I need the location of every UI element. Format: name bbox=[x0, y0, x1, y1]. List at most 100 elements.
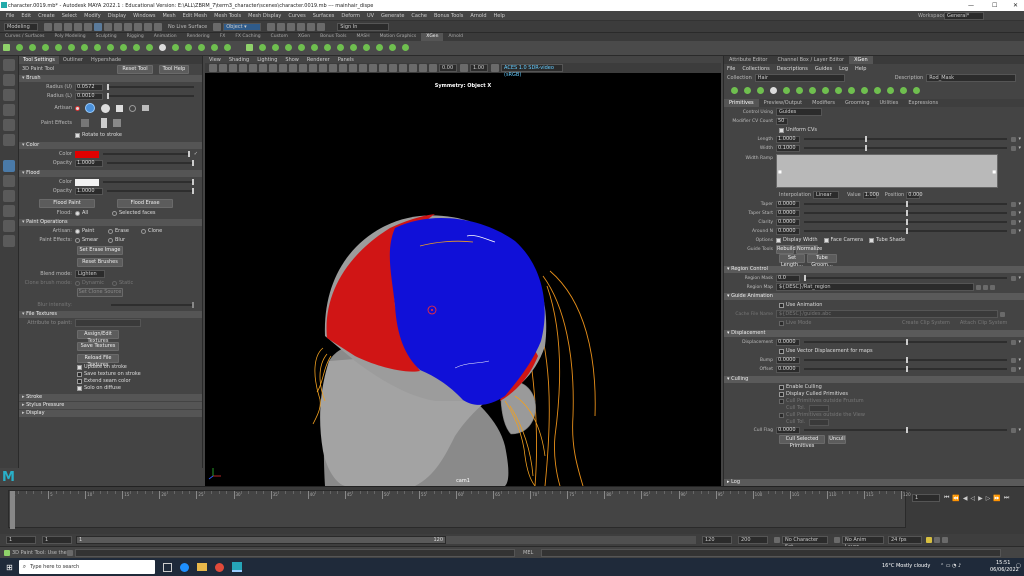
cache-file-input[interactable]: ${DESC}/guides.abc bbox=[776, 310, 998, 318]
playback-end-input[interactable]: 120 bbox=[702, 536, 732, 544]
display-culled-checkbox[interactable] bbox=[779, 391, 784, 397]
step-back-frame-icon[interactable]: ◀ bbox=[963, 495, 968, 502]
uniform-cvs-checkbox[interactable] bbox=[779, 127, 784, 133]
xgen-brush-7-icon[interactable] bbox=[335, 43, 346, 54]
step-forward-key-icon[interactable]: ⏩ bbox=[993, 495, 1000, 502]
paint-select-icon[interactable] bbox=[3, 89, 15, 101]
paint-effects-brush-icon[interactable] bbox=[81, 119, 89, 127]
xgen-select-guide-icon[interactable] bbox=[53, 43, 64, 54]
shelf-tab-bonus-tools[interactable]: Bonus Tools bbox=[315, 33, 351, 41]
xgen-convert-icon[interactable] bbox=[105, 43, 116, 54]
reset-brushes-button[interactable]: Reset Brushes bbox=[77, 258, 123, 267]
range-bar[interactable]: 1 120 bbox=[76, 536, 446, 544]
tab-attribute-editor[interactable]: Attribute Editor bbox=[724, 56, 772, 64]
menu-select[interactable]: Select bbox=[62, 13, 77, 19]
xgen-brush-5-icon[interactable] bbox=[309, 43, 320, 54]
rebuild-button[interactable]: Rebuild... bbox=[776, 244, 800, 254]
script-editor-icon[interactable] bbox=[67, 549, 73, 556]
length-map-icon[interactable] bbox=[1011, 136, 1017, 142]
interp-select[interactable]: Linear bbox=[813, 191, 839, 199]
vector-disp-checkbox[interactable] bbox=[779, 348, 784, 354]
xgen-add-guide-icon[interactable] bbox=[40, 43, 51, 54]
region-map-input[interactable]: ${DESC}/Rat_region bbox=[776, 283, 974, 291]
taper-slider[interactable] bbox=[804, 201, 1008, 207]
system-tray-icons[interactable]: ⌃ ▭ ◔ ♪ bbox=[940, 563, 961, 569]
rotate-tool-icon[interactable] bbox=[3, 119, 15, 131]
offset-slider[interactable] bbox=[804, 366, 1008, 372]
workspace-select[interactable]: General* bbox=[944, 12, 984, 20]
brush-section-header[interactable]: Brush bbox=[19, 75, 202, 82]
xgen-normalize-icon[interactable] bbox=[92, 43, 103, 54]
render-icon[interactable] bbox=[277, 22, 286, 31]
xgen-menu-guides[interactable]: Guides bbox=[815, 66, 832, 72]
xgen-guide-rebuild-icon[interactable] bbox=[807, 86, 818, 97]
subtab-utilities[interactable]: Utilities bbox=[875, 99, 904, 107]
rotate-to-stroke-checkbox[interactable] bbox=[75, 132, 80, 138]
brush-profile-radio[interactable] bbox=[75, 105, 80, 111]
save-on-stroke-checkbox[interactable] bbox=[77, 371, 82, 377]
step-forward-frame-icon[interactable]: ▷ bbox=[986, 495, 991, 502]
symmetry-icon[interactable] bbox=[213, 22, 222, 31]
ramp-position-input[interactable]: 0.000 bbox=[906, 191, 923, 199]
get-brush-icon[interactable] bbox=[101, 118, 107, 128]
play-forward-icon[interactable]: ▶ bbox=[978, 495, 983, 502]
shelf-tab-mash[interactable]: MASH bbox=[351, 33, 374, 41]
tab-hypershade[interactable]: Hypershade bbox=[87, 56, 125, 64]
live-mode-checkbox[interactable] bbox=[779, 320, 784, 326]
xgen-guide-bend-icon[interactable] bbox=[833, 86, 844, 97]
menu-arnold[interactable]: Arnold bbox=[470, 13, 486, 19]
arnold-render-icon[interactable] bbox=[317, 22, 326, 31]
erase-radio[interactable] bbox=[108, 228, 113, 234]
bump-map-icon[interactable] bbox=[1011, 357, 1017, 363]
xgen-brush-2-icon[interactable] bbox=[270, 43, 281, 54]
go-to-start-icon[interactable]: ⏮ bbox=[944, 494, 949, 502]
xgen-guide-comb-icon[interactable] bbox=[885, 86, 896, 97]
xgen-sculpt-guide-icon[interactable] bbox=[66, 43, 77, 54]
mel-label[interactable]: MEL bbox=[523, 550, 533, 556]
flood-section-header[interactable]: Flood bbox=[19, 170, 202, 177]
cull-frustum-checkbox[interactable] bbox=[779, 398, 784, 404]
flood-paint-button[interactable]: Flood Paint bbox=[39, 199, 95, 208]
guide-animation-header[interactable]: Guide Animation bbox=[724, 293, 1024, 300]
maximize-button[interactable]: ☐ bbox=[992, 2, 997, 9]
menu-file[interactable]: File bbox=[6, 13, 14, 19]
close-button[interactable]: ✕ bbox=[1013, 2, 1018, 9]
move-tool-icon[interactable] bbox=[3, 104, 15, 116]
width-slider[interactable] bbox=[804, 145, 1008, 151]
display-width-checkbox[interactable] bbox=[776, 237, 781, 243]
xgen-region-icon[interactable] bbox=[222, 43, 233, 54]
paint-tool-icon[interactable] bbox=[3, 160, 15, 172]
reload-textures-button[interactable]: Reload File Textures bbox=[77, 354, 119, 368]
menu-edit-mesh[interactable]: Edit Mesh bbox=[183, 13, 207, 19]
region-control-header[interactable]: Region Control bbox=[724, 266, 1024, 273]
edge-browser-icon[interactable] bbox=[179, 562, 189, 572]
xgen-add-guides-icon[interactable] bbox=[755, 86, 766, 97]
taskbar-search-box[interactable]: ⌕ Type here to search bbox=[18, 560, 155, 574]
reset-tool-button[interactable]: Reset Tool bbox=[117, 64, 153, 74]
bump-slider[interactable] bbox=[804, 357, 1008, 363]
viewport-panel[interactable]: View Shading Lighting Show Renderer Pane… bbox=[205, 56, 721, 486]
set-clone-source-button[interactable]: Set Clone Source bbox=[77, 288, 123, 297]
radius-l-input[interactable]: 0.0010 bbox=[75, 92, 103, 100]
uncull-button[interactable]: Uncull bbox=[828, 434, 846, 444]
xgen-brush-9-icon[interactable] bbox=[361, 43, 372, 54]
culling-header[interactable]: Culling bbox=[724, 376, 1024, 383]
width-input[interactable]: 0.1000 bbox=[776, 144, 800, 152]
file-explorer-icon[interactable] bbox=[196, 563, 207, 571]
xgen-rebuild-icon[interactable] bbox=[79, 43, 90, 54]
character-set-select[interactable]: No Character Set bbox=[782, 536, 828, 550]
command-line-input[interactable] bbox=[75, 548, 515, 557]
menu-windows[interactable]: Windows bbox=[133, 13, 155, 19]
taper-start-input[interactable]: 0.0000 bbox=[776, 209, 800, 217]
menu-edit[interactable]: Edit bbox=[21, 13, 31, 19]
anim-layer-icon[interactable] bbox=[834, 537, 840, 543]
minimize-button[interactable]: — bbox=[968, 2, 974, 9]
save-textures-button[interactable]: Save Textures bbox=[77, 342, 119, 351]
chrome-icon[interactable] bbox=[214, 562, 224, 572]
menu-help[interactable]: Help bbox=[494, 13, 505, 19]
collection-select[interactable]: Hair bbox=[754, 74, 845, 82]
clarity-menu-icon[interactable]: ▾ bbox=[1018, 219, 1021, 225]
description-select[interactable]: Rod_Mask bbox=[926, 74, 1017, 82]
xgen-coil-icon[interactable] bbox=[170, 43, 181, 54]
xgen-brush-6-icon[interactable] bbox=[322, 43, 333, 54]
